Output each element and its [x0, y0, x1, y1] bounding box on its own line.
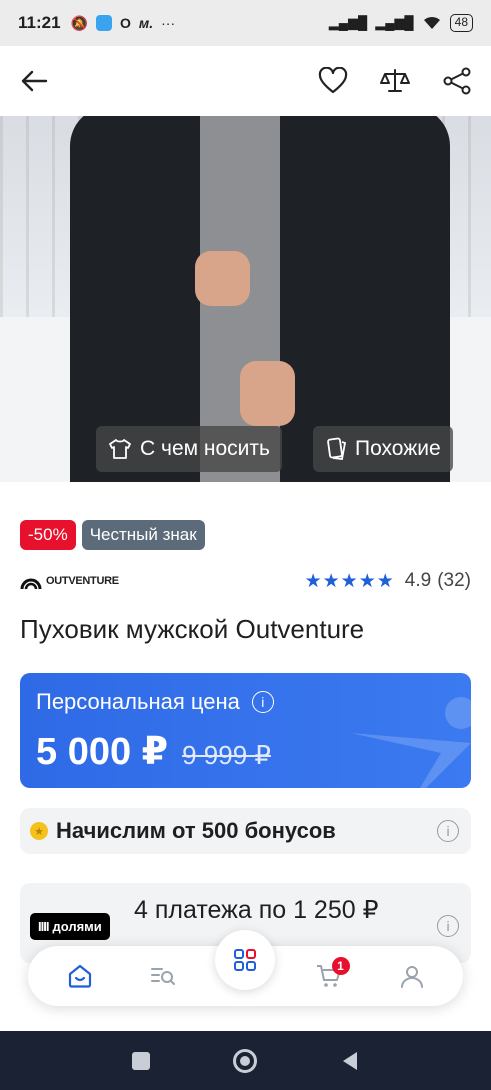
price-row: 5 000 ₽ 9 999 ₽ — [36, 729, 271, 774]
app-notification-icon — [95, 15, 112, 31]
opera-icon: O — [119, 15, 131, 31]
nav-profile[interactable] — [387, 951, 437, 1001]
similar-label: Похожие — [355, 437, 441, 460]
bonus-card: ★ Начислим от 500 бонусов i — [20, 808, 471, 854]
honest-mark-badge[interactable]: Честный знак — [81, 520, 205, 550]
catalog-search-icon — [150, 968, 175, 985]
heart-icon — [318, 67, 348, 94]
wifi-icon — [423, 16, 440, 29]
status-time: 11:21 — [18, 13, 61, 32]
signal-icon: ▂▄▆█ — [328, 15, 368, 30]
old-price: 9 999 ₽ — [182, 740, 271, 770]
price-card: Персональная цена i 5 000 ₽ 9 999 ₽ — [20, 673, 471, 788]
bonus-info-icon[interactable]: i — [437, 820, 459, 842]
arrow-left-icon — [21, 70, 48, 92]
nav-cart[interactable]: 1 — [304, 951, 354, 1001]
bonus-text: Начислим от 500 бонусов — [56, 818, 336, 843]
rating-value: 4.9 — [404, 570, 432, 591]
system-nav-bar — [0, 1031, 491, 1090]
brand-name: OUTVENTURE — [46, 575, 119, 587]
cards-icon — [327, 437, 347, 460]
home-icon — [68, 964, 91, 988]
compare-button[interactable] — [379, 65, 411, 97]
system-status: ▂▄▆█ ▂▄▆█ 48 — [329, 14, 473, 32]
dolyami-label: долями — [52, 919, 102, 934]
share-icon — [443, 67, 471, 95]
signal-icon-2: ▂▄▆█ — [375, 15, 414, 30]
recents-button[interactable] — [131, 1051, 150, 1070]
product-title: Пуховик мужской Outventure — [20, 614, 365, 644]
bonus-coin-icon: ★ — [30, 822, 48, 840]
price-info-icon[interactable]: i — [251, 691, 274, 713]
rating[interactable]: ★★★★★ 4.9 (32) — [305, 570, 471, 593]
top-actions — [317, 65, 473, 97]
brand-row: OUTVENTURE ★★★★★ 4.9 (32) — [20, 566, 471, 596]
brand-mark-icon — [20, 578, 42, 590]
battery-icon: 48 — [449, 14, 473, 32]
rating-count: (32) — [437, 570, 471, 591]
installment-info-icon[interactable]: i — [437, 915, 459, 937]
nav-catalog-grid[interactable] — [215, 930, 275, 990]
price-label: Персональная цена — [36, 689, 240, 714]
profile-icon — [400, 966, 423, 988]
what-to-wear-button[interactable]: С чем носить — [96, 426, 282, 472]
installment-text: 4 платежа по 1 250 ₽ — [134, 896, 379, 924]
similar-button[interactable]: Похожие — [313, 426, 453, 472]
hand-shape — [195, 251, 250, 306]
notification-icons: 🔕 O м. ··· — [70, 14, 176, 32]
dolyami-logo: IIII долями — [30, 913, 110, 940]
decorative-figure-icon — [351, 697, 471, 788]
current-price: 5 000 ₽ — [36, 731, 169, 773]
nav-home[interactable] — [55, 951, 105, 1001]
shirt-icon — [109, 439, 131, 459]
home-system-button[interactable] — [233, 1048, 258, 1073]
hand-shape — [240, 361, 295, 426]
product-badges: -50% Честный знак — [20, 520, 205, 550]
back-triangle-icon[interactable] — [341, 1051, 359, 1071]
m-icon: м. — [138, 15, 154, 31]
brand-logo[interactable]: OUTVENTURE — [20, 571, 119, 591]
dolyami-bars-icon: IIII — [38, 919, 49, 934]
top-bar — [0, 46, 491, 116]
home-dot-icon — [240, 1055, 251, 1066]
scales-icon — [380, 69, 410, 92]
cart-count-badge: 1 — [331, 957, 350, 975]
share-button[interactable] — [441, 65, 473, 97]
favorite-button[interactable] — [317, 65, 349, 97]
grid-icon — [234, 949, 256, 971]
rating-stars: ★★★★★ — [304, 570, 395, 592]
back-button[interactable] — [18, 65, 50, 97]
what-to-wear-label: С чем носить — [140, 437, 270, 460]
nav-catalog[interactable] — [138, 951, 188, 1001]
mute-icon: 🔕 — [70, 14, 88, 31]
more-notifications-icon: ··· — [161, 15, 176, 31]
price-label-row: Персональная цена i — [36, 689, 274, 715]
status-bar: 11:21 🔕 O м. ··· ▂▄▆█ ▂▄▆█ 48 — [0, 0, 491, 46]
discount-badge: -50% — [20, 520, 76, 550]
